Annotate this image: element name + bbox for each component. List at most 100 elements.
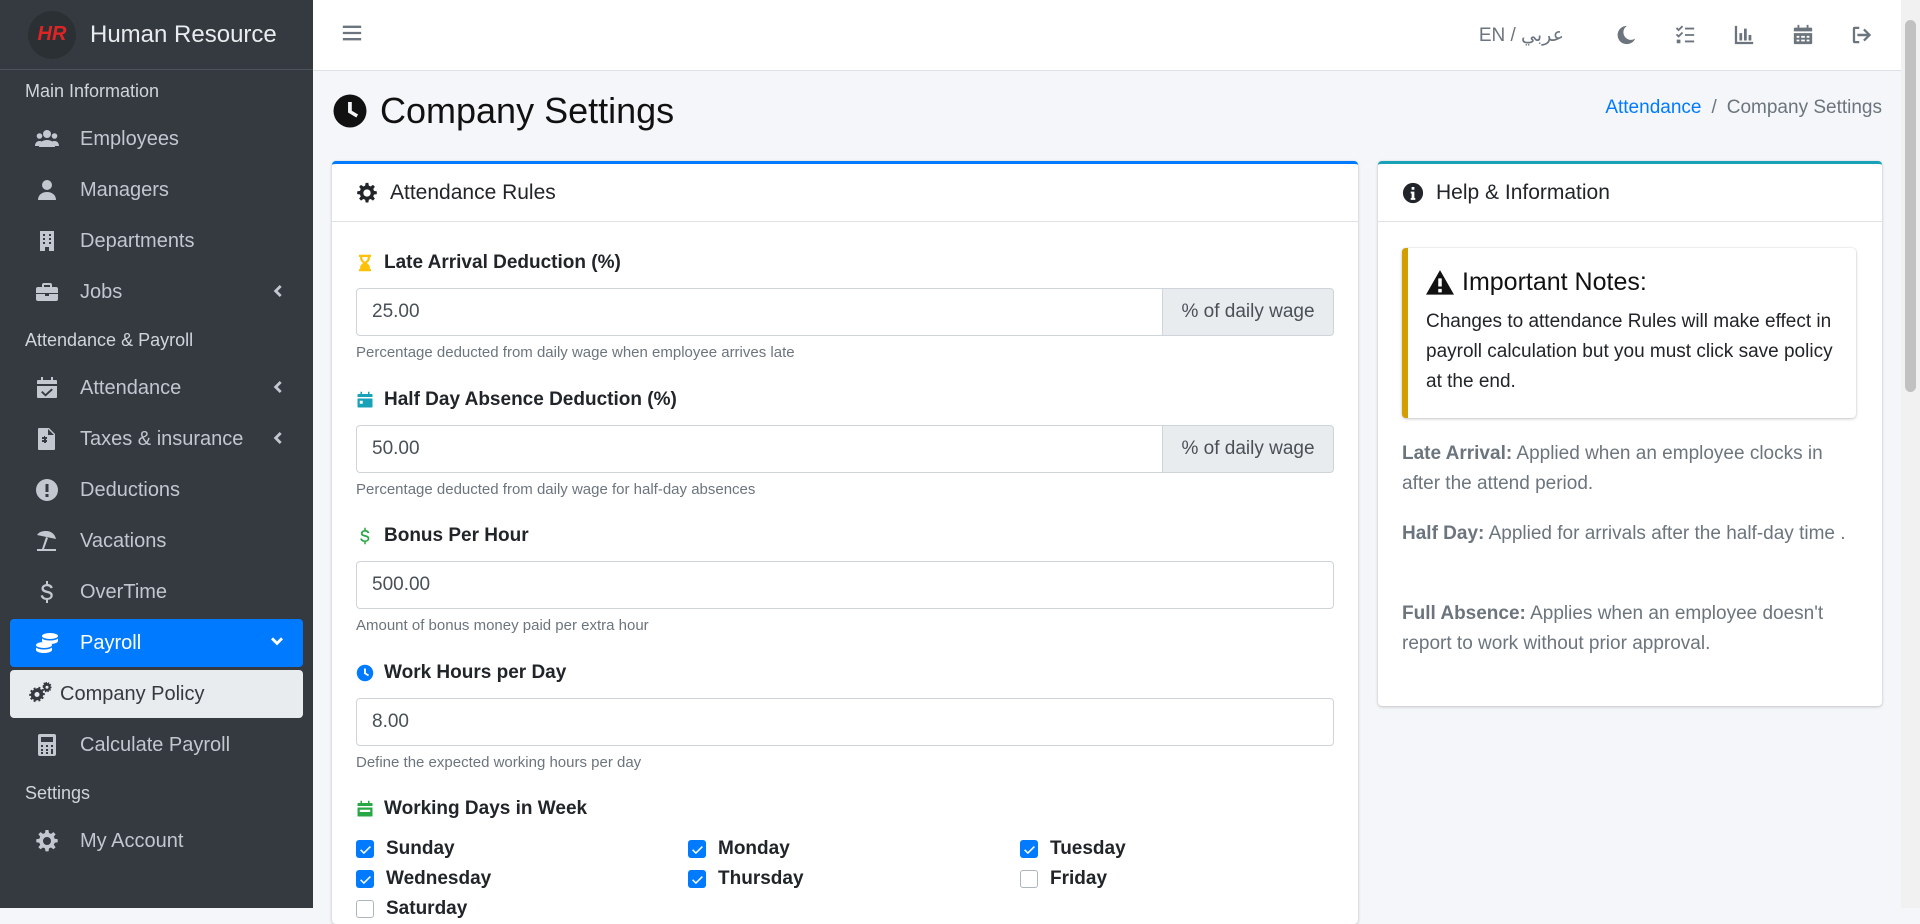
input-group: 50.00 % of daily wage	[356, 425, 1334, 473]
field-label: Bonus Per Hour	[356, 525, 1334, 547]
input-group: 500.00	[356, 561, 1334, 609]
info-circle-icon	[1402, 182, 1424, 203]
note-title: Important Notes:	[1426, 268, 1838, 297]
sidebar-item-company-policy[interactable]: Company Policy	[10, 670, 303, 718]
sidebar-item-my-account[interactable]: My Account	[10, 817, 303, 865]
checkbox-unchecked-icon	[356, 900, 374, 918]
sign-out-icon[interactable]	[1843, 16, 1881, 54]
info-term: Half Day:	[1402, 523, 1485, 544]
half-day-input[interactable]: 50.00	[356, 425, 1163, 473]
bonus-label: Bonus Per Hour	[384, 525, 529, 546]
full-absence-info: Full Absence: Applies when an employee d…	[1402, 599, 1862, 659]
sidebar-item-label: Taxes & insurance	[80, 427, 244, 450]
dollar-icon	[34, 579, 60, 605]
exclamation-circle-icon	[34, 477, 60, 503]
day-label: Friday	[1050, 868, 1108, 889]
sidebar-item-departments[interactable]: Departments	[10, 217, 303, 265]
scrollbar[interactable]	[1901, 0, 1920, 908]
day-checkbox-monday[interactable]: Monday	[688, 838, 790, 860]
sidebar-item-label: Vacations	[80, 529, 167, 552]
language-switch[interactable]: EN / عربي	[1479, 24, 1564, 47]
card-header: Attendance Rules	[332, 164, 1358, 222]
sidebar-item-attendance[interactable]: Attendance	[10, 364, 303, 412]
calculator-icon	[34, 732, 60, 758]
field-help-text: Amount of bonus money paid per extra hou…	[356, 617, 649, 634]
note-title-text: Important Notes:	[1462, 268, 1647, 296]
day-label: Monday	[718, 838, 790, 859]
hourglass-icon	[359, 254, 371, 272]
day-checkbox-thursday[interactable]: Thursday	[688, 868, 804, 890]
sidebar-item-taxes[interactable]: Taxes & insurance	[10, 415, 303, 463]
help-info-card: Help & Information Important Notes: Chan…	[1378, 161, 1882, 706]
checkbox-checked-icon	[356, 840, 374, 858]
calendar-check-icon	[34, 375, 60, 401]
sidebar-item-label: My Account	[80, 829, 184, 852]
sidebar-item-calculate-payroll[interactable]: Calculate Payroll	[10, 721, 303, 769]
coins-icon	[34, 630, 60, 656]
day-checkbox-wednesday[interactable]: Wednesday	[356, 868, 491, 890]
scrollbar-thumb[interactable]	[1905, 20, 1916, 392]
checkbox-checked-icon	[688, 870, 706, 888]
sidebar-item-deductions[interactable]: Deductions	[10, 466, 303, 514]
sidebar-item-label: Payroll	[80, 631, 142, 654]
nav-header-attendance: Attendance & Payroll	[25, 330, 194, 350]
sidebar-item-managers[interactable]: Managers	[10, 166, 303, 214]
day-label: Thursday	[718, 868, 804, 889]
chart-bar-icon[interactable]	[1725, 16, 1763, 54]
field-label: Working Days in Week	[356, 798, 1334, 820]
sidebar-item-label: Attendance	[80, 376, 182, 399]
checkbox-unchecked-icon	[1020, 870, 1038, 888]
warning-triangle-icon	[1426, 269, 1454, 295]
sidebar-item-label: OverTime	[80, 580, 168, 603]
day-checkbox-sunday[interactable]: Sunday	[356, 838, 455, 860]
sidebar-item-payroll[interactable]: Payroll	[10, 619, 303, 667]
task-list-icon[interactable]	[1666, 16, 1704, 54]
brand[interactable]: HR Human Resource	[0, 0, 313, 70]
topbar: EN / عربي	[313, 0, 1901, 71]
sidebar-item-label: Employees	[80, 127, 179, 150]
building-icon	[34, 228, 60, 254]
input-addon: % of daily wage	[1163, 425, 1334, 473]
page-title-text: Company Settings	[380, 90, 675, 131]
breadcrumb-current: Company Settings	[1726, 97, 1882, 118]
half-day-info: Half Day: Applied for arrivals after the…	[1402, 519, 1862, 549]
dollar-icon	[360, 527, 370, 545]
info-term: Late Arrival:	[1402, 443, 1513, 464]
breadcrumb-attendance-link[interactable]: Attendance	[1605, 97, 1701, 118]
half-day-field: Half Day Absence Deduction (%) 50.00 % o…	[356, 389, 1334, 498]
chevron-left-icon	[269, 282, 285, 305]
day-checkbox-saturday[interactable]: Saturday	[356, 898, 467, 920]
checkbox-checked-icon	[1020, 840, 1038, 858]
day-checkbox-tuesday[interactable]: Tuesday	[1020, 838, 1126, 860]
sidebar-item-employees[interactable]: Employees	[10, 115, 303, 163]
umbrella-beach-icon	[34, 528, 60, 554]
attendance-rules-card: Attendance Rules Late Arrival Deduction …	[332, 161, 1358, 924]
sidebar-item-overtime[interactable]: OverTime	[10, 568, 303, 616]
calendar-icon[interactable]	[1784, 16, 1822, 54]
sidebar: HR Human Resource Main Information Emplo…	[0, 0, 313, 908]
brand-logo: HR	[28, 10, 76, 59]
user-icon	[34, 177, 60, 203]
sidebar-item-label: Calculate Payroll	[80, 733, 231, 756]
day-checkbox-friday[interactable]: Friday	[1020, 868, 1107, 890]
clock-icon	[356, 664, 374, 682]
page-title: Company Settings	[332, 90, 674, 132]
clock-icon	[333, 94, 367, 128]
late-arrival-input[interactable]: 25.00	[356, 288, 1163, 336]
chevron-left-icon	[269, 378, 285, 401]
moon-icon[interactable]	[1607, 16, 1645, 54]
hamburger-menu-icon[interactable]	[341, 22, 363, 44]
sidebar-item-vacations[interactable]: Vacations	[10, 517, 303, 565]
bonus-field: Bonus Per Hour 500.00 Amount of bonus mo…	[356, 525, 1334, 634]
card-title: Help & Information	[1436, 180, 1610, 204]
field-label: Late Arrival Deduction (%)	[356, 252, 1334, 274]
work-hours-input[interactable]: 8.00	[356, 698, 1334, 746]
late-arrival-info: Late Arrival: Applied when an employee c…	[1402, 439, 1862, 499]
sidebar-item-label: Managers	[80, 178, 169, 201]
checkbox-checked-icon	[688, 840, 706, 858]
late-arrival-label: Late Arrival Deduction (%)	[384, 252, 621, 273]
sidebar-item-jobs[interactable]: Jobs	[10, 268, 303, 316]
brand-name: Human Resource	[90, 20, 277, 48]
info-term: Full Absence:	[1402, 603, 1526, 624]
bonus-input[interactable]: 500.00	[356, 561, 1334, 609]
